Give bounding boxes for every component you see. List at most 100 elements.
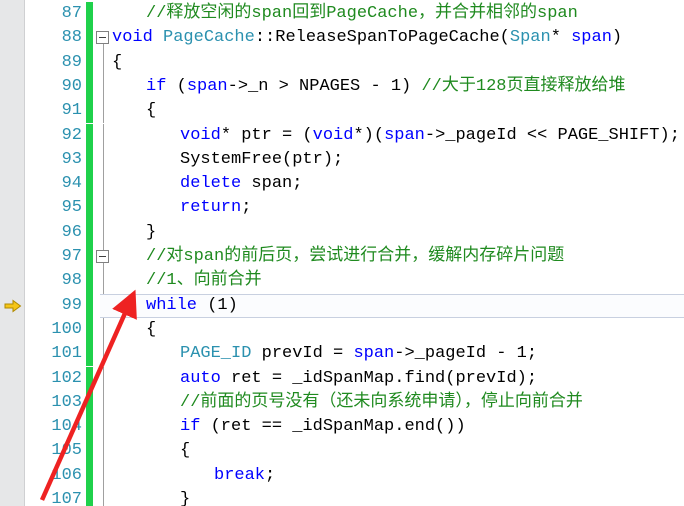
code-line-text: auto ret = _idSpanMap.find(prevId);	[112, 367, 537, 391]
code-token: void	[112, 28, 153, 48]
code-line-row[interactable]: 90 if (span->_n > NPAGES - 1) //大于128页直接释…	[0, 74, 684, 100]
change-indicator-bar	[86, 50, 93, 75]
code-token: ;	[241, 198, 252, 218]
code-line-text: }	[112, 488, 190, 506]
code-line-row[interactable]: 104 if (ret == _idSpanMap.end())	[0, 415, 684, 440]
change-indicator-bar	[86, 488, 93, 506]
code-token: return	[180, 198, 242, 218]
code-token: break	[214, 465, 266, 485]
code-line-row[interactable]: 99 while (1)	[0, 293, 684, 318]
code-token: ->_pageId - 1;	[394, 344, 538, 364]
code-line-text: //1、向前合并	[112, 269, 262, 293]
code-token: prevId =	[251, 344, 354, 364]
yellow-right-arrow-icon	[4, 299, 22, 313]
change-indicator-bar	[86, 439, 93, 464]
code-line-row[interactable]: 97 //对span的前后页，尝试进行合并，缓解内存碎片问题	[0, 245, 684, 270]
change-indicator-bar	[86, 269, 93, 294]
code-line-text: {	[112, 99, 156, 123]
code-line-text-wrap[interactable]: }	[100, 221, 684, 245]
code-line-text-wrap[interactable]: return;	[100, 196, 684, 220]
code-line-text: return;	[112, 196, 251, 220]
code-line-text-wrap[interactable]: delete span;	[100, 172, 684, 196]
code-line-text: PAGE_ID prevId = span->_pageId - 1;	[112, 342, 537, 366]
line-number: 88	[61, 28, 82, 48]
code-token: }	[146, 222, 157, 242]
code-line-text-wrap[interactable]: //对span的前后页，尝试进行合并，缓解内存碎片问题	[100, 245, 684, 269]
code-line-text-wrap[interactable]: void* ptr = (void*)(span->_pageId << PAG…	[100, 124, 684, 148]
code-token: void	[312, 125, 354, 145]
code-line-text-wrap[interactable]: void PageCache::ReleaseSpanToPageCache(S…	[100, 26, 684, 50]
code-token: (1)	[197, 295, 238, 315]
line-number: 93	[61, 149, 82, 169]
change-indicator-bar	[86, 390, 93, 416]
code-token: (ret == _idSpanMap.end())	[200, 417, 466, 437]
line-number: 92	[61, 125, 82, 145]
code-line-row[interactable]: 100 {	[0, 317, 684, 343]
code-token: delete	[180, 174, 242, 194]
code-token: //对span的前后页，尝试进行合并，缓解内存碎片问题	[146, 247, 565, 266]
line-number: 90	[61, 76, 82, 96]
change-indicator-bar	[86, 366, 93, 391]
code-line-row[interactable]: 103 //前面的页号没有（还未向系统申请），停止向前合并	[0, 390, 684, 416]
code-line-text-wrap[interactable]: //前面的页号没有（还未向系统申请），停止向前合并	[100, 391, 684, 415]
code-line-text-wrap[interactable]: }	[100, 488, 684, 506]
code-line-row[interactable]: 94 delete span;	[0, 172, 684, 197]
code-line-text: //对span的前后页，尝试进行合并，缓解内存碎片问题	[112, 245, 564, 269]
code-line-text-wrap[interactable]: auto ret = _idSpanMap.find(prevId);	[100, 367, 684, 391]
line-number: 107	[51, 490, 82, 506]
code-token: Span	[509, 28, 551, 48]
code-line-row[interactable]: 92 void* ptr = (void*)(span->_pageId << P…	[0, 123, 684, 148]
code-line-row[interactable]: 106 break;	[0, 463, 684, 488]
code-line-text: {	[112, 51, 122, 75]
code-line-text-wrap[interactable]: PAGE_ID prevId = span->_pageId - 1;	[100, 342, 684, 366]
code-line-text-wrap[interactable]: //释放空闲的span回到PageCache，并合并相邻的span	[100, 2, 684, 26]
line-number: 100	[51, 319, 82, 339]
code-line-row[interactable]: 96}	[0, 220, 684, 245]
code-line-text: }	[112, 221, 156, 245]
code-line-text-wrap[interactable]: {	[100, 439, 684, 463]
code-token: span	[353, 344, 395, 364]
change-indicator-bar	[86, 99, 93, 124]
code-line-row[interactable]: 88 void PageCache::ReleaseSpanToPageCache…	[0, 26, 684, 51]
code-line-text: SystemFree(ptr);	[112, 148, 343, 172]
change-indicator-bar	[86, 317, 93, 343]
code-line-text-wrap[interactable]: while (1)	[100, 293, 684, 318]
code-line-text-wrap[interactable]: //1、向前合并	[100, 269, 684, 293]
code-line-row[interactable]: 101 PAGE_ID prevId = span->_pageId - 1;	[0, 342, 684, 367]
change-indicator-bar	[86, 245, 93, 270]
code-line-row[interactable]: 89 {	[0, 50, 684, 75]
code-line-text: void PageCache::ReleaseSpanToPageCache(S…	[112, 26, 622, 50]
code-line-text-wrap[interactable]: {	[100, 99, 684, 123]
code-token: //1、向前合并	[146, 271, 262, 291]
change-indicator-bar	[86, 147, 93, 173]
code-line-row[interactable]: 91 {	[0, 99, 684, 124]
code-line-text: if (ret == _idSpanMap.end())	[112, 415, 466, 439]
code-line-text-wrap[interactable]: SystemFree(ptr);	[100, 148, 684, 172]
code-token: PageCache	[163, 28, 255, 48]
code-line-row[interactable]: 102 auto ret = _idSpanMap.find(prevId);	[0, 366, 684, 391]
change-indicator-bar	[86, 463, 93, 488]
line-number: 98	[61, 271, 82, 291]
code-line-text-wrap[interactable]: {	[100, 51, 684, 75]
code-line-row[interactable]: 95 return;	[0, 196, 684, 221]
change-indicator-bar	[86, 342, 93, 367]
code-line-text-wrap[interactable]: {	[100, 318, 684, 342]
code-line-text-wrap[interactable]: if (span->_n > NPAGES - 1) //大于128页直接释放给…	[100, 75, 684, 99]
code-token: ->_pageId << PAGE_SHIFT);	[424, 125, 680, 145]
code-token: if	[146, 76, 167, 96]
code-line-text-wrap[interactable]: if (ret == _idSpanMap.end())	[100, 415, 684, 439]
line-number: 106	[51, 465, 82, 485]
code-editor-screenshot: 87 //释放空闲的span回到PageCache，并合并相邻的span 88 voi…	[0, 0, 684, 506]
code-line-text: void* ptr = (void*)(span->_pageId << PAG…	[112, 124, 680, 148]
code-line-row[interactable]: 107}	[0, 488, 684, 506]
code-line-row[interactable]: 87 //释放空闲的span回到PageCache，并合并相邻的span	[0, 2, 684, 27]
line-number: 95	[61, 198, 82, 218]
code-token: PAGE_ID	[180, 344, 252, 364]
code-token: ret = _idSpanMap.find(prevId);	[220, 368, 538, 388]
code-line-row[interactable]: 93 SystemFree(ptr);	[0, 147, 684, 173]
code-token: while	[146, 295, 198, 315]
code-line-row[interactable]: 105 {	[0, 439, 684, 464]
code-line-row[interactable]: 98 //1、向前合并	[0, 269, 684, 294]
code-line-text-wrap[interactable]: break;	[100, 464, 684, 488]
code-token: {	[146, 319, 157, 339]
